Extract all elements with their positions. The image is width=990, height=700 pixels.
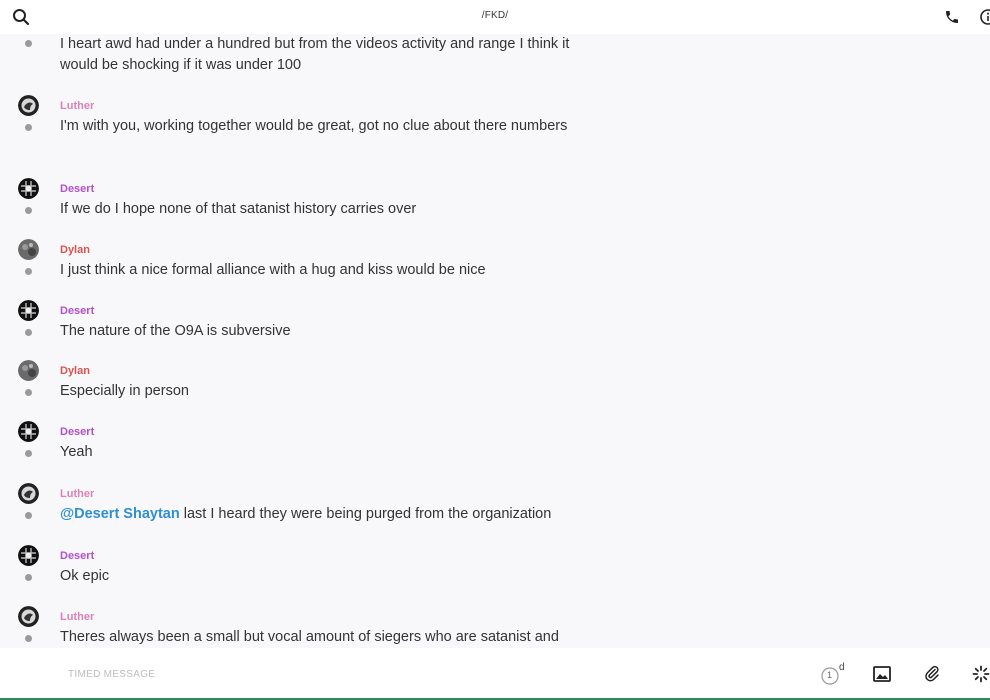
avatar[interactable] [18, 606, 39, 627]
sender-name[interactable]: Desert [60, 305, 94, 317]
sender-name[interactable]: Luther [60, 488, 94, 500]
message-status-dot [25, 268, 32, 275]
message-list[interactable]: I heart awd had under a hundred but from… [0, 34, 990, 648]
message-input[interactable]: TIMED MESSAGE [68, 669, 155, 680]
message-status-dot [25, 329, 32, 336]
message-text: Especially in person [60, 383, 189, 399]
message-text: I'm with you, working together would be … [60, 118, 568, 134]
sender-name[interactable]: Desert [60, 550, 94, 562]
message-text: The nature of the O9A is subversive [60, 323, 291, 339]
avatar[interactable] [18, 483, 39, 504]
timer-icon[interactable]: 1 d [820, 662, 846, 686]
user-mention-link[interactable]: @Desert Shaytan [60, 506, 180, 522]
phone-icon[interactable] [942, 7, 962, 27]
message-status-dot [25, 124, 32, 131]
top-bar: /FKD/ [0, 0, 990, 34]
info-icon[interactable] [978, 7, 990, 27]
message-status-dot [25, 512, 32, 519]
message-status-dot [25, 635, 32, 642]
message-status-dot [25, 574, 32, 581]
timer-unit: d [839, 662, 845, 673]
avatar[interactable] [18, 95, 39, 116]
sender-name[interactable]: Desert [60, 426, 94, 438]
message-status-dot [25, 40, 32, 47]
paperclip-icon[interactable] [921, 663, 943, 685]
chat-title: /FKD/ [481, 10, 509, 21]
avatar[interactable] [18, 421, 39, 442]
message-text: Ok epic [60, 568, 110, 584]
message-status-dot [25, 207, 32, 214]
message-status-dot [25, 450, 32, 457]
message-status-dot [25, 389, 32, 396]
sender-name[interactable]: Desert [60, 183, 94, 195]
avatar[interactable] [18, 360, 39, 381]
avatar[interactable] [18, 178, 39, 199]
image-icon[interactable] [871, 663, 893, 685]
avatar[interactable] [18, 239, 39, 260]
sender-name[interactable]: Luther [60, 611, 94, 623]
avatar[interactable] [18, 300, 39, 321]
sparkle-icon[interactable] [970, 663, 990, 685]
message-text: @Desert Shaytan last I heard they were b… [60, 506, 552, 522]
sender-name[interactable]: Dylan [60, 365, 90, 377]
timer-count: 1 [827, 670, 833, 680]
message-item: I heart awd had under a hundred but from… [0, 34, 990, 94]
message-text: Theres always been a small but vocal amo… [60, 629, 559, 645]
sender-name[interactable]: Luther [60, 100, 94, 112]
avatar[interactable] [18, 545, 39, 566]
message-text: I heart awd had under a hundred but from… [60, 36, 570, 73]
message-text: Yeah [60, 444, 93, 460]
sender-name[interactable]: Dylan [60, 244, 90, 256]
message-text: If we do I hope none of that satanist hi… [60, 201, 417, 217]
message-text: I just think a nice formal alliance with… [60, 262, 486, 278]
